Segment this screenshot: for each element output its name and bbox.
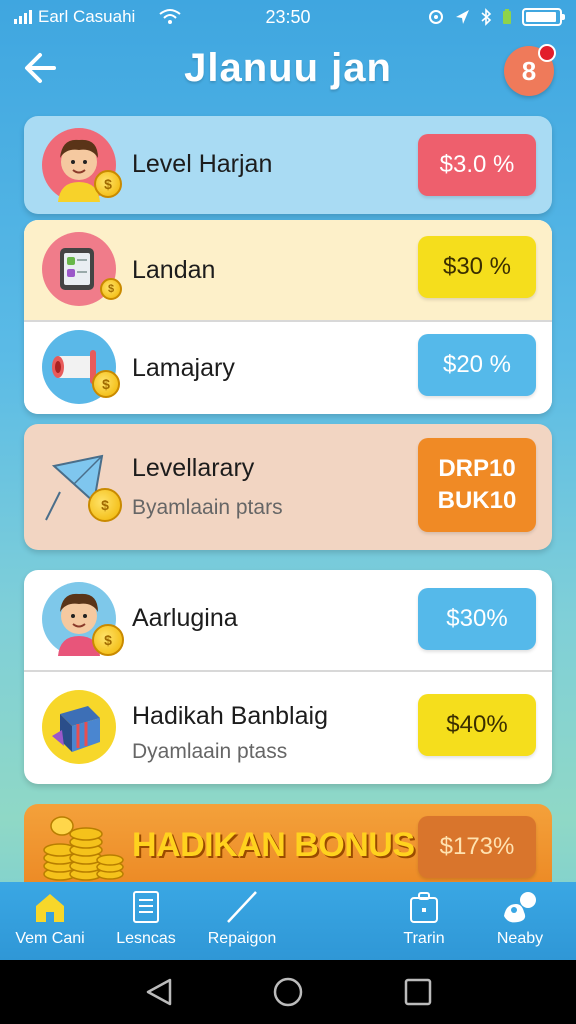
coin-stack-icon [38, 812, 124, 884]
badge-line-1: DRP10 [438, 455, 516, 482]
home-circle-icon[interactable] [268, 976, 308, 1008]
card-levellarary[interactable]: $ Levellarary Byamlaain ptars DRP10 BUK1… [24, 424, 552, 550]
gift-box-icon [42, 690, 116, 764]
back-triangle-icon[interactable] [140, 976, 180, 1008]
row-subtitle: Byamlaain ptars [132, 496, 283, 519]
nav-label: Trarin [403, 930, 445, 947]
bonus-banner[interactable]: HADIKAN BONUS $173% [24, 804, 552, 886]
nav-label: Lesncas [116, 930, 176, 947]
home-icon [36, 894, 64, 922]
value-badge[interactable]: DRP10 BUK10 [418, 438, 536, 532]
notification-count: 8 [521, 55, 537, 86]
list-item[interactable]: $ Aarlugina $30% [24, 570, 552, 670]
page-title: Jlanuu jan [184, 46, 392, 90]
card-level-harjan[interactable]: $ Level Harjan $3.0 % [24, 116, 552, 214]
row-title: Lamajary [132, 354, 235, 382]
row-title: Aarlugina [132, 604, 238, 632]
bluetooth-icon [481, 8, 492, 26]
notification-button[interactable]: 8 [504, 44, 556, 96]
list-item[interactable]: $ Levellarary Byamlaain ptars DRP10 BUK1… [24, 424, 552, 550]
document-icon [133, 891, 159, 923]
value-badge[interactable]: $40% [418, 694, 536, 756]
card-group-landan: $ Landan $30 % $ Lamajary $20 % [24, 220, 552, 414]
list-item[interactable]: $ Level Harjan $3.0 % [24, 116, 552, 214]
card-group-aarlugina: $ Aarlugina $30% Hadikah Banblaig Dyamla… [24, 570, 552, 784]
recents-square-icon[interactable] [398, 976, 438, 1008]
row-title: Hadikah Banblaig [132, 702, 328, 730]
list-item[interactable]: $ Landan $30 % [24, 220, 552, 320]
nav-item-neaby[interactable]: Neaby [470, 890, 570, 948]
bonus-title: HADIKAN BONUS [132, 826, 415, 864]
value-badge[interactable]: $20 % [418, 334, 536, 396]
nav-item-lessons[interactable]: Lesncas [96, 890, 196, 948]
nav-item-home[interactable]: Vem Cani [0, 890, 100, 948]
nav-item-repaigon[interactable]: Repaigon [192, 890, 292, 948]
row-title: Level Harjan [132, 150, 273, 178]
nav-label: Vem Cani [15, 930, 85, 947]
location-icon [456, 10, 469, 24]
status-bar: Earl Casuahi 23:50 [0, 0, 576, 34]
people-icon [504, 892, 536, 923]
list-item[interactable]: $ Lamajary $20 % [24, 320, 552, 414]
nav-label: Repaigon [207, 930, 277, 947]
battery-saver-icon [503, 9, 511, 24]
coin-icon: $ [92, 624, 124, 656]
bottom-nav: Vem Cani Lesncas Repaigon Trarin Neaby [0, 882, 576, 960]
battery-icon [522, 8, 565, 26]
briefcase-icon [410, 892, 438, 923]
coin-icon: $ [88, 488, 122, 522]
nav-label: Neaby [496, 930, 544, 947]
value-badge[interactable]: $30 % [418, 236, 536, 298]
bonus-value-badge[interactable]: $173% [418, 816, 536, 878]
app-header: Jlanuu jan 8 [0, 40, 576, 104]
coin-icon: $ [92, 370, 120, 398]
row-subtitle: Dyamlaain ptass [132, 740, 288, 763]
row-title: Levellarary [132, 454, 255, 482]
pencil-icon [227, 891, 257, 923]
system-nav-bar [0, 960, 576, 1024]
value-badge[interactable]: $30% [418, 588, 536, 650]
sync-icon [429, 10, 443, 24]
status-right [428, 8, 565, 26]
list-item[interactable]: Hadikah Banblaig Dyamlaain ptass $40% [24, 670, 552, 784]
row-title: Landan [132, 256, 216, 284]
hand-coin-icon: $ [100, 278, 122, 300]
value-badge[interactable]: $3.0 % [418, 134, 536, 196]
badge-line-2: BUK10 [437, 487, 517, 514]
coin-icon: $ [94, 170, 122, 198]
notification-badge [538, 44, 556, 62]
nav-item-trarin[interactable]: Trarin [374, 890, 474, 948]
